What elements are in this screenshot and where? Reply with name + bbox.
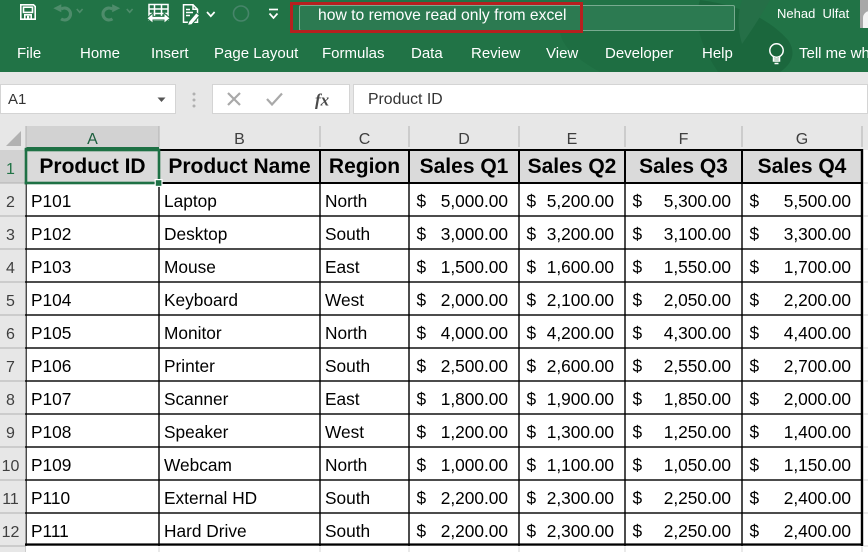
svg-text:fx: fx: [315, 91, 330, 110]
